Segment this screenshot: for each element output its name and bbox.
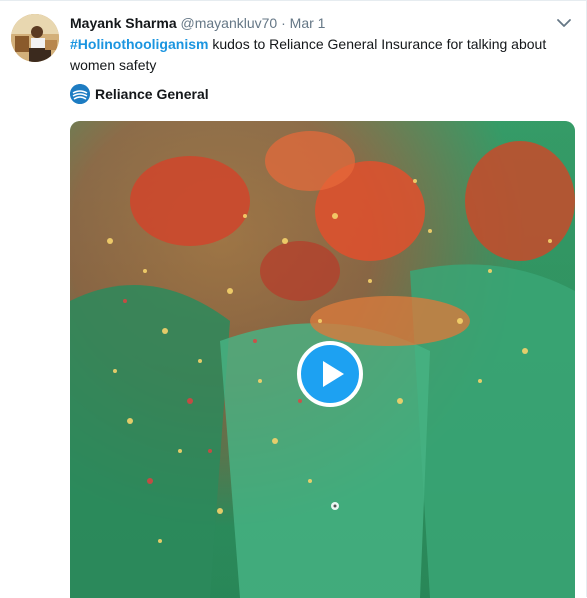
- promoter-attribution[interactable]: Reliance General: [70, 83, 209, 105]
- chevron-down-icon[interactable]: [554, 13, 574, 33]
- user-handle[interactable]: @mayankluv70: [181, 15, 278, 31]
- media-marker-icon: [330, 498, 340, 510]
- separator-dot: ·: [281, 15, 286, 31]
- tweet-text: #Holinothooliganism kudos to Reliance Ge…: [70, 34, 560, 76]
- play-circle-icon[interactable]: [297, 341, 363, 407]
- tweet-timestamp[interactable]: Mar 1: [290, 15, 326, 31]
- video-thumbnail[interactable]: [70, 121, 575, 598]
- tweet-card[interactable]: Mayank Sharma @mayankluv70 · Mar 1 #Holi…: [0, 0, 587, 598]
- display-name[interactable]: Mayank Sharma: [70, 15, 177, 31]
- avatar-image: [11, 14, 59, 62]
- hashtag-link[interactable]: #Holinothooliganism: [70, 36, 208, 52]
- tweet-header: Mayank Sharma @mayankluv70 · Mar 1: [70, 14, 325, 32]
- reliance-general-logo-icon: [70, 84, 90, 104]
- promoter-name[interactable]: Reliance General: [95, 86, 209, 102]
- avatar[interactable]: [11, 14, 59, 62]
